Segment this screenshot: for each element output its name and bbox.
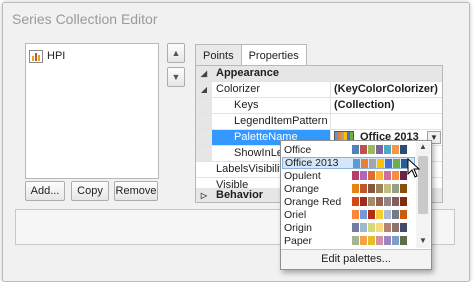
palette-swatch-icon (352, 184, 407, 193)
remove-button[interactable]: Remove (114, 181, 158, 201)
palette-option-label: Paper (284, 235, 313, 247)
bar-chart-icon (29, 49, 43, 63)
palette-swatch-icon (353, 159, 408, 168)
palette-option-label: Office 2013 (285, 157, 339, 169)
property-row-legenditempattern[interactable]: LegendItemPattern (196, 114, 442, 130)
palette-option-label: Oriel (284, 209, 307, 221)
palette-option-label: Office (284, 144, 312, 156)
palette-swatch-icon (352, 197, 407, 206)
palette-option[interactable]: Office (282, 144, 415, 156)
scroll-down-icon[interactable]: ▼ (416, 236, 430, 248)
palette-option-label: Orange Red (284, 196, 342, 208)
window-title: Series Collection Editor (12, 11, 158, 27)
copy-button[interactable]: Copy (71, 181, 109, 201)
edit-palettes-button[interactable]: Edit palettes... (281, 249, 431, 269)
palette-option[interactable]: Opulent (282, 170, 415, 182)
palette-option[interactable]: Orange (282, 183, 415, 195)
palette-option[interactable]: Oriel (282, 209, 415, 221)
add-button[interactable]: Add... (25, 181, 65, 201)
property-value[interactable] (330, 114, 442, 129)
palette-option[interactable]: Office 2013 (282, 157, 415, 169)
tab-strip: Points Properties (195, 44, 307, 67)
property-value[interactable]: (KeyColorColorizer) (330, 82, 442, 97)
collapse-icon[interactable]: ◢ (196, 82, 212, 97)
palette-option-label: Orange (284, 183, 320, 195)
property-value[interactable]: (Collection) (330, 98, 442, 113)
move-up-button[interactable]: ▲ (167, 43, 185, 63)
palette-swatch-icon (352, 171, 407, 180)
expand-icon[interactable]: ▷ (196, 188, 212, 202)
palette-option-label: Origin (284, 222, 313, 234)
palette-swatch-icon (352, 236, 407, 245)
collapse-icon[interactable]: ◢ (196, 66, 212, 81)
chevron-up-icon: ▲ (171, 48, 181, 58)
palette-option[interactable]: Origin (282, 222, 415, 234)
mouse-cursor-icon (407, 158, 421, 178)
palette-swatch-icon (352, 223, 407, 232)
move-down-button[interactable]: ▼ (167, 67, 185, 87)
scroll-up-icon[interactable]: ▲ (416, 142, 430, 154)
series-list[interactable]: HPI (25, 43, 159, 179)
category-appearance[interactable]: ◢ Appearance (196, 66, 442, 82)
chevron-down-icon: ▼ (171, 72, 181, 82)
property-row-colorizer[interactable]: ◢ Colorizer (KeyColorColorizer) (196, 82, 442, 98)
property-row-keys[interactable]: Keys (Collection) (196, 98, 442, 114)
series-item-label: HPI (47, 50, 66, 62)
palette-swatch-icon (352, 145, 407, 154)
palette-option-label: Opulent (284, 170, 321, 182)
palette-option[interactable]: Paper (282, 235, 415, 247)
tab-properties[interactable]: Properties (240, 44, 307, 67)
tab-points[interactable]: Points (195, 44, 242, 66)
series-item-hpi[interactable]: HPI (29, 48, 65, 64)
palette-swatch-icon (352, 210, 407, 219)
palette-option[interactable]: Orange Red (282, 196, 415, 208)
